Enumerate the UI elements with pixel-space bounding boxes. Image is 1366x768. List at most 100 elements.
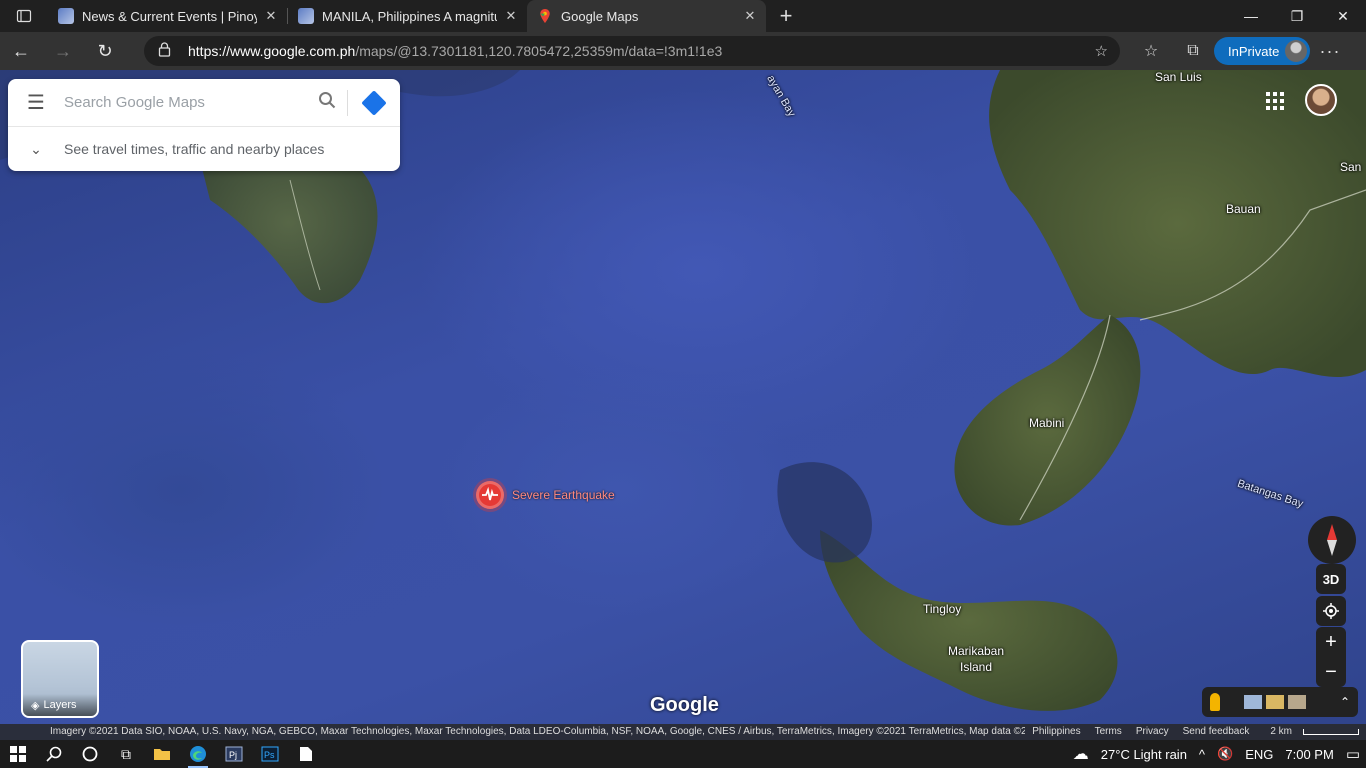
maximize-icon[interactable]: ❐ — [1274, 0, 1320, 32]
document-app-icon: Pj — [225, 746, 243, 762]
region-link[interactable]: Philippines — [1025, 724, 1087, 740]
privacy-link[interactable]: Privacy — [1129, 724, 1176, 740]
compass-icon — [1327, 524, 1337, 556]
close-icon[interactable]: ✕ — [263, 8, 279, 24]
compass-button[interactable] — [1308, 516, 1356, 564]
attribution-bar: Imagery ©2021 Data SIO, NOAA, U.S. Navy,… — [0, 724, 1366, 740]
task-view-button[interactable]: ⧉ — [108, 740, 144, 768]
chevron-up-icon[interactable]: ^ — [1193, 747, 1211, 762]
place-label[interactable]: Tingloy — [923, 602, 961, 616]
window-controls: — ❐ ✕ — [1228, 0, 1366, 32]
search-button[interactable] — [36, 740, 72, 768]
maps-icon — [537, 8, 553, 24]
url-host: https://www.google.com.ph — [188, 43, 356, 59]
collections-icon[interactable]: ⧉ — [1172, 42, 1214, 60]
3d-button[interactable]: 3D — [1316, 564, 1346, 594]
send-feedback-link[interactable]: Send feedback — [1176, 724, 1257, 740]
imagery-thumbnail[interactable] — [1266, 695, 1284, 709]
location-icon — [1323, 603, 1339, 619]
imagery-strip[interactable]: ⌃ — [1202, 687, 1358, 717]
box-icon — [58, 8, 74, 24]
zoom-in-button[interactable]: + — [1316, 627, 1346, 657]
attribution-text: Imagery ©2021 Data SIO, NOAA, U.S. Navy,… — [0, 724, 1026, 740]
layers-label: Layers — [43, 699, 77, 711]
refresh-button[interactable]: ↻ — [84, 32, 126, 70]
taskbar: ⧉ Pj Ps ☁ 27°C Light rain ^ 🔇 ENG 7:00 P… — [0, 740, 1366, 768]
tab-title: News & Current Events | Pinoy Ir — [82, 8, 257, 24]
directions-button[interactable] — [348, 89, 400, 116]
tab-google-maps[interactable]: Google Maps ✕ — [527, 0, 766, 32]
place-label[interactable]: San — [1340, 160, 1361, 174]
tab-strip: News & Current Events | Pinoy Ir ✕ MANIL… — [0, 0, 1366, 32]
new-tab-button[interactable]: + — [766, 0, 806, 32]
forward-arrow-icon: → — [54, 40, 72, 61]
favorites-icon[interactable]: ☆ — [1130, 41, 1172, 61]
tab-news[interactable]: News & Current Events | Pinoy Ir ✕ — [48, 0, 287, 32]
account-avatar[interactable] — [1305, 84, 1337, 116]
notepad-button[interactable] — [288, 740, 324, 768]
system-tray: ☁ 27°C Light rain ^ 🔇 ENG 7:00 PM ▭ — [1067, 744, 1366, 764]
layers-label-row: ◈ Layers — [23, 694, 97, 716]
directions-icon — [361, 89, 387, 116]
tab-actions-button[interactable] — [0, 0, 48, 32]
map-canvas[interactable]: ☰ ⌄ See travel times, traffic and nearby… — [0, 70, 1366, 740]
zoom-out-button[interactable]: − — [1316, 657, 1346, 687]
place-label[interactable]: Bauan — [1226, 202, 1261, 216]
google-logo: Google — [650, 694, 719, 716]
address-bar[interactable]: https://www.google.com.ph/maps/@13.73011… — [144, 36, 1120, 66]
file-icon — [300, 747, 312, 761]
tab-manila[interactable]: MANILA, Philippines A magnitud ✕ — [288, 0, 527, 32]
add-favorite-icon[interactable]: ☆ — [1095, 42, 1108, 60]
travel-times-row[interactable]: ⌄ See travel times, traffic and nearby p… — [8, 127, 400, 171]
close-icon[interactable]: ✕ — [503, 8, 519, 24]
place-label[interactable]: San Luis — [1155, 70, 1202, 84]
toolbar-right: ☆ ⧉ InPrivate ··· — [1130, 32, 1350, 70]
imagery-thumbnail[interactable] — [1288, 695, 1306, 709]
hamburger-menu-icon[interactable]: ☰ — [8, 90, 64, 115]
inprivate-button[interactable]: InPrivate — [1214, 37, 1310, 65]
earthquake-label: Severe Earthquake — [512, 488, 615, 502]
place-label[interactable]: Marikaban Island — [948, 643, 1004, 675]
svg-text:Pj: Pj — [229, 750, 237, 760]
app-button[interactable]: Pj — [216, 740, 252, 768]
search-panel: ☰ ⌄ See travel times, traffic and nearby… — [8, 79, 400, 171]
earthquake-alert[interactable]: Severe Earthquake — [476, 481, 615, 509]
url-path: /maps/@13.7301181,120.7805472,25359m/dat… — [355, 43, 723, 59]
forward-button[interactable]: → — [42, 32, 84, 70]
earthquake-icon — [476, 481, 504, 509]
weather-text[interactable]: 27°C Light rain — [1095, 747, 1193, 762]
chevron-up-icon[interactable]: ⌃ — [1340, 695, 1350, 709]
close-icon[interactable]: ✕ — [742, 8, 758, 24]
scale-bar[interactable]: 2 km — [1256, 724, 1366, 740]
clock[interactable]: 7:00 PM — [1279, 747, 1339, 762]
photoshop-icon: Ps — [261, 746, 279, 762]
layers-button[interactable]: ◈ Layers — [21, 640, 99, 718]
volume-muted-icon[interactable]: 🔇 — [1211, 746, 1239, 762]
search-icon[interactable] — [307, 91, 347, 114]
attribution-links: Philippines Terms Privacy Send feedback … — [1025, 724, 1366, 740]
start-button[interactable] — [0, 740, 36, 768]
window-close-icon[interactable]: ✕ — [1320, 0, 1366, 32]
more-menu-icon[interactable]: ··· — [1310, 41, 1350, 62]
place-label[interactable]: Mabini — [1029, 416, 1064, 430]
imagery-thumbnail[interactable] — [1244, 695, 1262, 709]
my-location-button[interactable] — [1316, 596, 1346, 626]
google-apps-icon[interactable] — [1266, 92, 1284, 110]
minimize-icon[interactable]: — — [1228, 0, 1274, 32]
browser-toolbar: ← → ↻ https://www.google.com.ph/maps/@13… — [0, 32, 1366, 70]
file-explorer-button[interactable] — [144, 740, 180, 768]
edge-taskbar-button[interactable] — [180, 740, 216, 768]
cortana-button[interactable] — [72, 740, 108, 768]
tab-title: MANILA, Philippines A magnitud — [322, 8, 497, 24]
language-indicator[interactable]: ENG — [1239, 747, 1279, 762]
pegman-icon[interactable] — [1210, 693, 1220, 711]
search-input[interactable] — [64, 94, 307, 111]
terms-link[interactable]: Terms — [1088, 724, 1129, 740]
profile-avatar — [1285, 40, 1307, 62]
notifications-icon[interactable]: ▭ — [1340, 745, 1366, 763]
back-button[interactable]: ← — [0, 32, 42, 70]
edge-icon — [190, 746, 206, 762]
photoshop-button[interactable]: Ps — [252, 740, 288, 768]
search-row: ☰ — [8, 79, 400, 127]
folder-icon — [154, 749, 170, 760]
